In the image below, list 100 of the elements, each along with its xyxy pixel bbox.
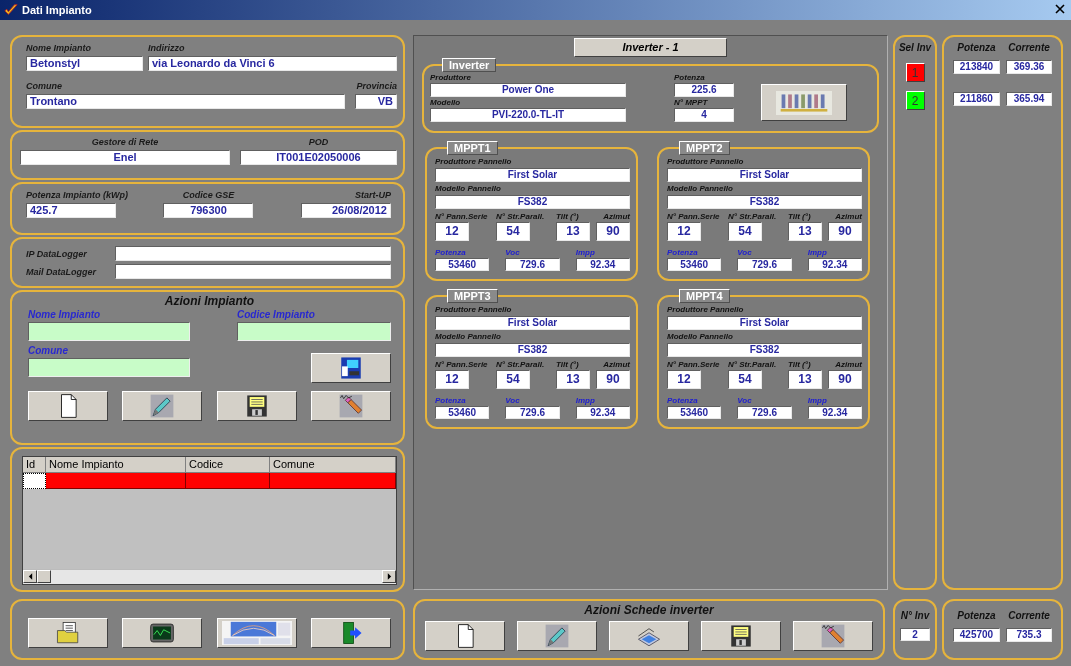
inverter-selector[interactable]: 2 [905,91,925,110]
doc-button[interactable] [425,621,505,651]
folder-button[interactable] [28,617,108,648]
text-field[interactable]: 12 [667,370,701,389]
field-label: Potenza [674,72,706,83]
text-field[interactable]: First Solar [435,168,630,182]
text-field[interactable] [115,246,391,261]
text-field[interactable]: 729.6 [505,406,560,419]
field-label: Voc [737,247,753,258]
pen-button[interactable] [517,621,597,651]
field-label: Azimut [603,211,630,222]
field-label: N° Pann.Serie [667,211,721,222]
text-field[interactable]: 365.94 [1006,92,1052,106]
text-field[interactable]: 54 [496,222,530,241]
column-header: Potenza [956,41,997,54]
text-field[interactable]: 54 [496,370,530,389]
table-row[interactable] [23,473,396,489]
text-field[interactable]: 12 [435,370,469,389]
text-field[interactable]: Power One [430,83,626,97]
text-field[interactable]: 796300 [163,203,254,218]
panel-title: Azioni Impianto [163,294,256,308]
text-field[interactable]: Trontano [26,94,345,109]
text-field[interactable]: 26/08/2012 [301,203,391,218]
eraser-button[interactable] [311,391,391,421]
text-field[interactable]: 53460 [667,258,722,271]
text-field[interactable]: 13 [788,222,822,241]
eraser-button[interactable] [793,621,873,651]
panel-title: Azioni Schede inverter [583,603,715,617]
text-field[interactable]: 90 [596,370,630,389]
field-label: Azimut [603,359,630,370]
text-field[interactable] [115,264,391,279]
text-field[interactable]: 13 [556,370,590,389]
text-field[interactable]: First Solar [667,168,862,182]
text-field[interactable]: 90 [596,222,630,241]
computer-button[interactable] [311,353,391,383]
chart-button[interactable] [216,617,297,648]
column-header: Potenza [956,609,997,622]
text-field[interactable]: 12 [435,222,469,241]
scanner-button[interactable] [609,621,689,651]
text-field[interactable]: 92.34 [575,258,630,271]
text-field[interactable]: 211860 [953,92,1000,106]
text-field[interactable]: 90 [828,222,862,241]
computer-icon [338,355,364,381]
text-field[interactable]: 225.6 [674,83,734,97]
text-field[interactable]: 12 [667,222,701,241]
text-field[interactable]: 735.3 [1006,628,1052,642]
field-label: Modello Pannello [667,331,734,342]
doc-button[interactable] [28,391,108,421]
text-field[interactable]: 425.7 [26,203,116,218]
field-label: Gestore di Rete [90,136,160,149]
text-field[interactable]: 92.34 [807,258,862,271]
floppy-button[interactable] [216,391,297,421]
text-field[interactable]: FS382 [435,195,630,209]
monitor-button[interactable] [122,617,203,648]
text-field[interactable]: 729.6 [737,258,792,271]
pencil-icon [820,623,846,649]
text-field[interactable]: 53460 [667,406,722,419]
text-field[interactable]: 13 [788,370,822,389]
text-field[interactable]: 92.34 [807,406,862,419]
text-field[interactable]: 213840 [953,60,1000,74]
scroll-thumb[interactable] [37,570,51,583]
close-button[interactable] [1055,4,1067,16]
field-label: Azimut [835,211,862,222]
text-field[interactable]: VB [355,94,397,109]
text-field[interactable]: 425700 [953,628,1000,642]
text-field[interactable]: FS382 [435,343,630,357]
text-field[interactable]: 729.6 [737,406,792,419]
pen-button[interactable] [122,391,203,421]
image-button[interactable] [761,84,847,121]
exit-button[interactable] [311,617,391,648]
text-field[interactable]: 4 [674,108,734,122]
text-field[interactable]: 92.34 [575,406,630,419]
text-field[interactable]: via Leonardo da Vinci 6 [148,56,397,71]
text-field[interactable]: Enel [20,150,230,165]
text-field[interactable]: FS382 [667,195,862,209]
floppy-button[interactable] [701,621,781,651]
text-field[interactable]: IT001E02050006 [240,150,397,165]
text-field[interactable]: First Solar [667,316,862,330]
text-field[interactable]: 2 [900,628,930,641]
text-field[interactable]: 369.36 [1006,60,1052,74]
text-field[interactable]: 53460 [435,406,490,419]
field-label: Tilt (°) [556,359,580,370]
text-field[interactable]: FS382 [667,343,862,357]
field-label: Impp [575,247,596,258]
text-field[interactable]: PVI-220.0-TL-IT [430,108,626,122]
text-field[interactable]: 54 [728,222,762,241]
text-field[interactable]: 729.6 [505,258,560,271]
field-label: N° Str.Parall. [496,359,546,370]
field-label: N° Pann.Serie [435,211,489,222]
field-label: Modello Pannello [667,183,734,194]
text-field[interactable]: Betonstyl [26,56,143,71]
text-field[interactable]: First Solar [435,316,630,330]
scrollbar[interactable] [23,569,396,584]
text-field[interactable]: 53460 [435,258,490,271]
text-field[interactable]: 13 [556,222,590,241]
search-field[interactable] [28,358,190,377]
search-field[interactable] [237,322,391,341]
text-field[interactable]: 90 [828,370,862,389]
search-field[interactable] [28,322,190,341]
text-field[interactable]: 54 [728,370,762,389]
